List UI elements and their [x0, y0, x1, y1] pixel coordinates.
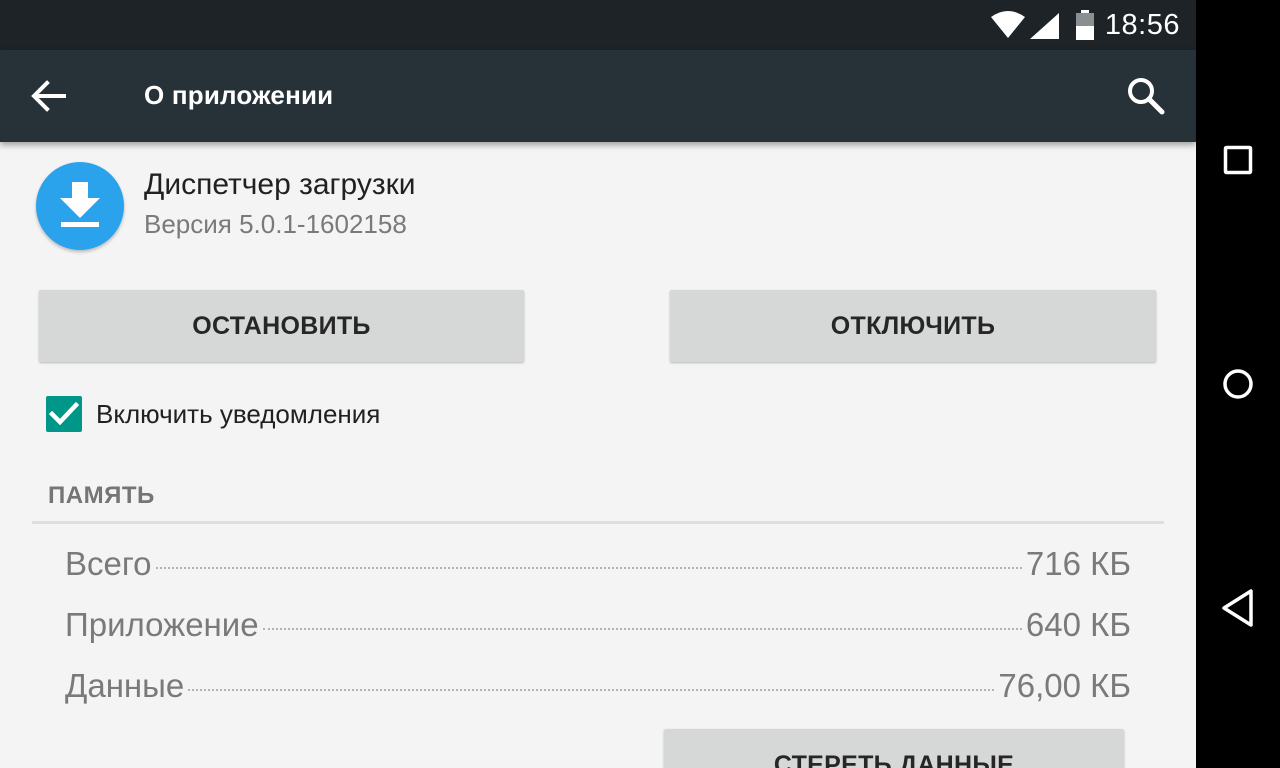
- page-title: О приложении: [144, 80, 334, 110]
- dotted-leader: [155, 567, 1022, 569]
- memory-value: 640 КБ: [1025, 606, 1131, 643]
- memory-label: Всего: [65, 545, 152, 582]
- screen: 18:56 О приложении Диспетчер загрузки Ве…: [0, 0, 1196, 768]
- app-header: Диспетчер загрузки Версия 5.0.1-1602158: [36, 160, 736, 260]
- notifications-label: Включить уведомления: [96, 399, 381, 429]
- status-time: 18:56: [1104, 9, 1180, 41]
- stop-button[interactable]: ОСТАНОВИТЬ: [39, 290, 524, 362]
- home-icon: [1223, 369, 1253, 399]
- app-icon: [36, 162, 124, 250]
- memory-row-total: Всего 716 КБ: [65, 545, 1131, 587]
- arrow-back-icon: [31, 80, 66, 112]
- memory-value: 76,00 КБ: [998, 667, 1131, 704]
- memory-label: Данные: [65, 667, 185, 704]
- battery-icon: [1075, 10, 1095, 45]
- checkmark-icon: [49, 401, 79, 426]
- search-icon: [1128, 78, 1165, 115]
- recents-icon: [1223, 145, 1253, 175]
- recents-button[interactable]: [1208, 130, 1268, 190]
- memory-row-data: Данные 76,00 КБ: [65, 667, 1131, 709]
- back-icon: [1222, 589, 1253, 627]
- app-version: Версия 5.0.1-1602158: [144, 209, 407, 239]
- signal-icon: [1030, 13, 1060, 44]
- notifications-toggle-row[interactable]: Включить уведомления: [46, 394, 646, 436]
- navigation-bar: [1196, 0, 1280, 768]
- back-button[interactable]: [22, 70, 74, 122]
- clear-data-button[interactable]: СТЕРЕТЬ ДАННЫЕ: [664, 729, 1124, 768]
- app-bar: О приложении: [0, 50, 1196, 142]
- home-button[interactable]: [1208, 354, 1268, 414]
- dotted-leader: [262, 628, 1022, 630]
- dotted-leader: [188, 689, 995, 691]
- download-icon: [60, 182, 100, 227]
- disable-button[interactable]: ОТКЛЮЧИТЬ: [670, 290, 1156, 362]
- memory-row-app: Приложение 640 КБ: [65, 606, 1131, 648]
- memory-section-header: ПАМЯТЬ: [48, 482, 155, 509]
- memory-label: Приложение: [65, 606, 259, 643]
- memory-divider: [32, 521, 1164, 524]
- search-button[interactable]: [1120, 70, 1172, 122]
- wifi-icon: [990, 11, 1026, 44]
- notifications-checkbox[interactable]: [46, 396, 82, 432]
- app-name: Диспетчер загрузки: [144, 168, 416, 201]
- back-nav-button[interactable]: [1208, 578, 1268, 638]
- memory-value: 716 КБ: [1025, 545, 1131, 582]
- status-bar: 18:56: [0, 0, 1196, 50]
